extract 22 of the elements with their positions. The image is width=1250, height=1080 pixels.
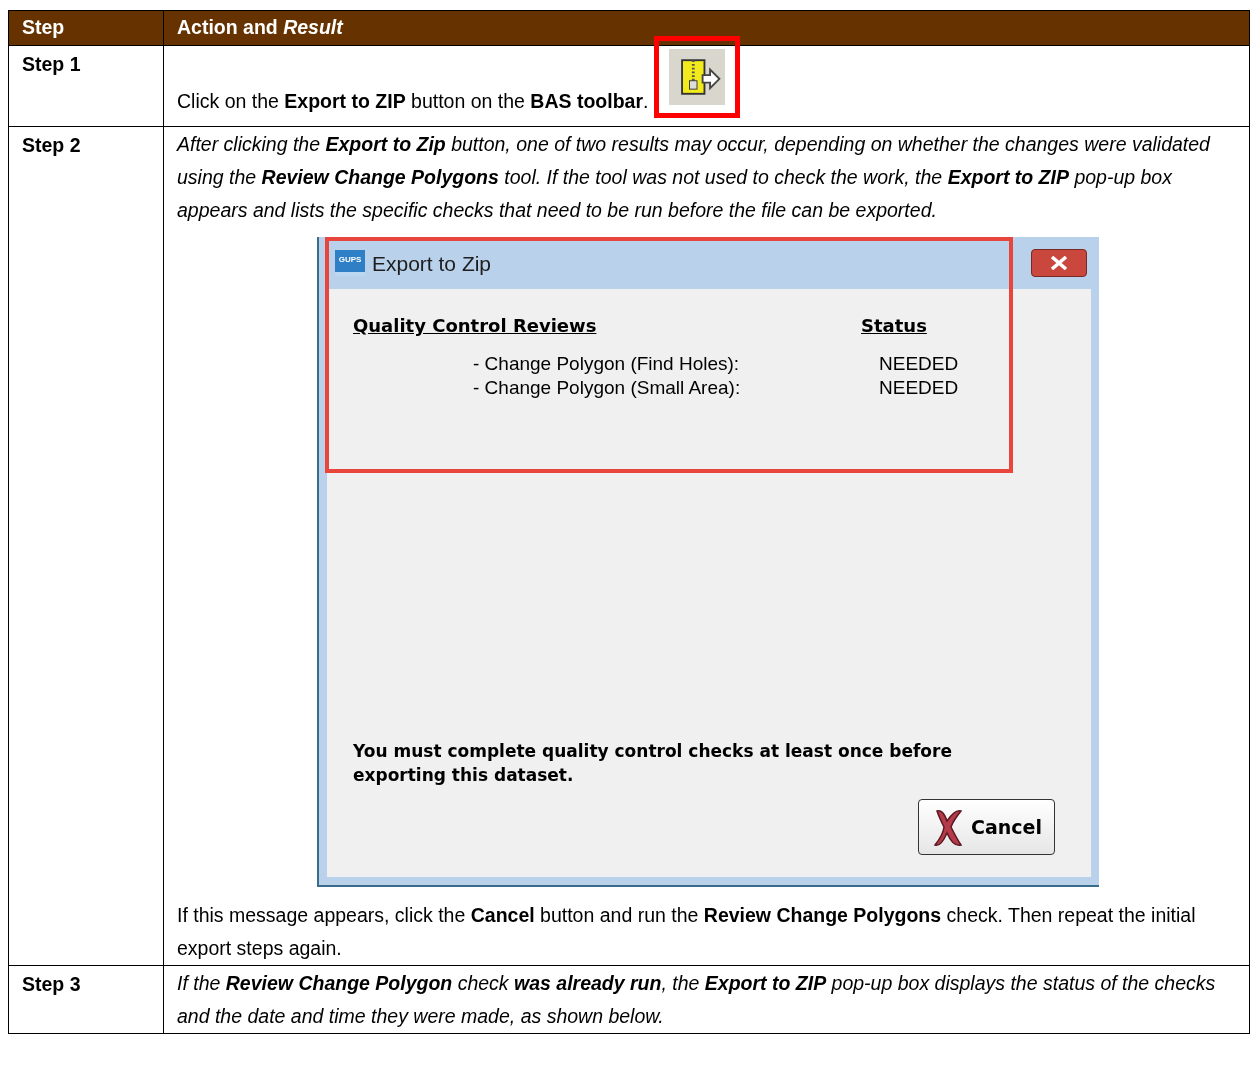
step-label: Step 2 [9,127,164,966]
instruction-text: After clicking the Export to Zip button, one of two results may occur, depending on whether the changes were validated using the Review Change Polygons tool. If the tool was not used to check the work, the Export to ZIP pop-up box appears and lists the specific checks that need to be run before the file can be exported. [177,133,1210,221]
check-status: NEEDED [879,352,959,376]
step-label: Step 1 [9,46,164,127]
cancel-button[interactable]: Cancel [918,799,1055,855]
warning-message: You must complete quality control checks at least once before exporting this dataset. [353,740,953,787]
check-label: - Change Polygon (Small Area): [473,376,742,400]
instruction-text: If the Review Change Polygon check was already run, the Export to ZIP pop-up box displays the status of the checks and the date and time they were made, as shown below. [177,972,1216,1027]
column-header: Action and Result [164,11,1250,46]
zip-export-icon [667,49,728,105]
instruction-text: If this message appears, click the Cancel button and run the Review Change Polygons check. Then repeat the initial export steps again. [177,904,1196,959]
app-icon: GUPS [335,250,365,276]
dialog-title: Export to Zip [372,250,493,277]
section-heading: Quality Control Reviews [353,314,598,338]
step-label: Step 3 [9,966,164,1034]
column-header: Step [9,11,164,46]
section-heading: Status [861,314,927,338]
check-label: - Change Polygon (Find Holes): [473,352,741,376]
instruction-text: Click on the Export to ZIP button on the BAS toolbar. [177,90,649,112]
check-status: NEEDED [879,376,959,400]
close-icon [1050,256,1068,270]
close-button[interactable] [1031,249,1087,277]
